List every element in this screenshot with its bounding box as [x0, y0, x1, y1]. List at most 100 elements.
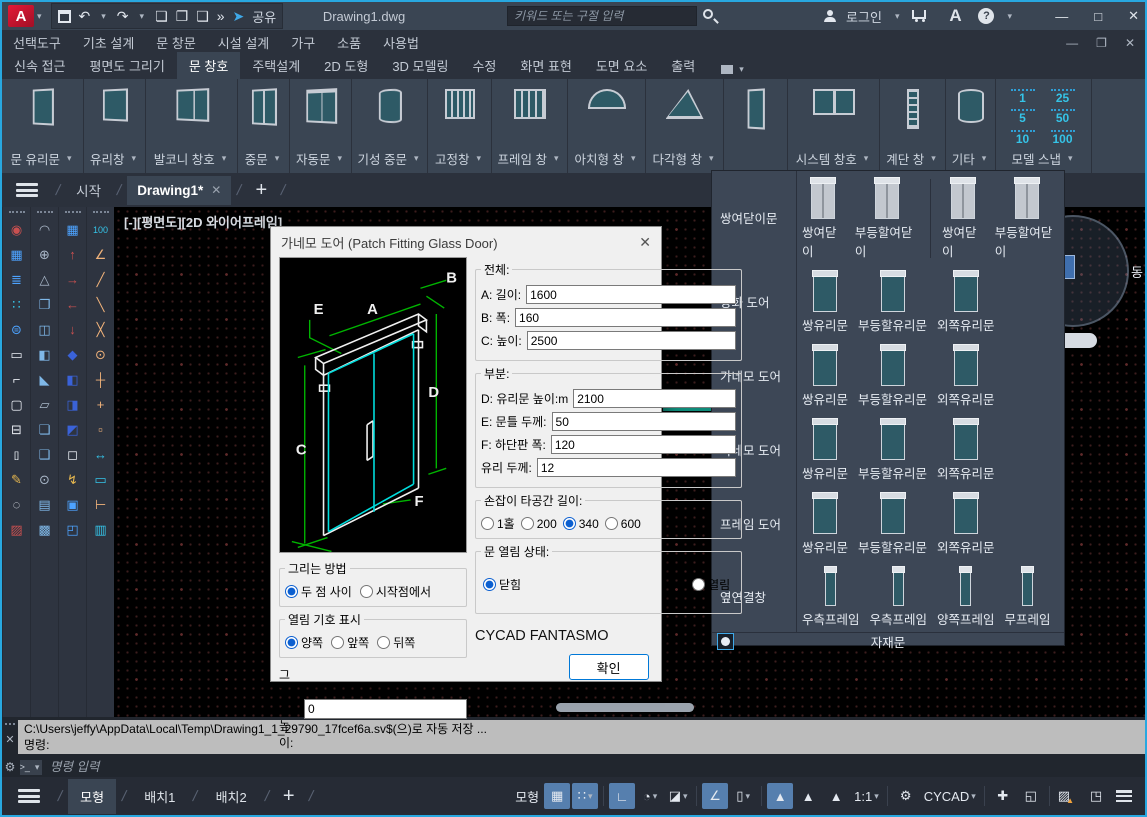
tool-perpendicular-icon[interactable]: ⊢ — [89, 492, 113, 517]
ribbon-panel-label[interactable]: 고정창▾ — [435, 149, 484, 168]
ribbon-panel-12[interactable]: 계단 창▾ — [880, 79, 946, 173]
undo-icon[interactable]: ↶ — [79, 8, 91, 25]
field-c-input[interactable] — [527, 331, 736, 350]
palette-item[interactable]: 쌍유리문 — [797, 344, 853, 408]
app-logo-icon[interactable]: A — [8, 5, 34, 27]
palette-item[interactable]: 양쪽프레임 — [932, 566, 1000, 628]
tool-face-right-icon[interactable]: ◨ — [61, 392, 85, 417]
palette-item[interactable]: 부등할여닫이 — [850, 177, 924, 260]
door-state-option-1[interactable]: 열림 — [692, 576, 730, 593]
open-symbol-option-2[interactable]: 뒤쪽 — [377, 634, 415, 651]
open-symbol-radio-0[interactable] — [285, 636, 298, 649]
annotation-visibility-toggle[interactable]: ▲ — [767, 783, 793, 809]
tool-zoom-center-icon[interactable]: ⊙ — [33, 467, 57, 492]
palette-item[interactable]: 부등할여닫이 — [990, 177, 1064, 260]
ribbon-panel-label[interactable]: 문 유리문▾ — [10, 149, 74, 168]
osnap-toggle[interactable]: ∠ — [702, 783, 728, 809]
palette-item[interactable]: 부등할유리문 — [853, 492, 932, 556]
ribbon-panel-5[interactable]: 기성 중문▾ — [352, 79, 428, 173]
tool-move-right-icon[interactable]: → — [61, 267, 85, 292]
ribbon-overflow-button[interactable]: ▾ — [715, 60, 753, 79]
snap-toggle[interactable]: ∷▾ — [572, 783, 598, 809]
command-customize-icon[interactable]: ⚙ — [5, 760, 16, 774]
new-file-icon[interactable]: ❏ — [155, 8, 168, 25]
app-menu-caret-icon[interactable]: ▾ — [37, 11, 42, 22]
palette-item[interactable]: 쌍여닫이 — [937, 177, 990, 260]
tool-column-icon[interactable]: ≣ — [5, 267, 29, 292]
login-link[interactable]: 로그인 — [846, 7, 882, 26]
toolbar-grip[interactable] — [37, 211, 53, 213]
ribbon-panel-label[interactable]: 기타▾ — [952, 149, 990, 168]
model-snap-value[interactable]: 5 — [1006, 109, 1040, 128]
handle-length-radio-1[interactable] — [521, 517, 534, 530]
ribbon-panel-13[interactable]: 기타▾ — [946, 79, 996, 173]
tool-rectangle-icon[interactable]: ▭ — [5, 342, 29, 367]
tool-union-icon[interactable]: ❑ — [33, 442, 57, 467]
ok-button[interactable]: 확인 — [569, 654, 649, 680]
ribbon-tab-8[interactable]: 도면 요소 — [584, 52, 659, 79]
tool-line-diag-icon[interactable]: ╱ — [89, 267, 113, 292]
ribbon-panel-3[interactable]: 중문▾ — [238, 79, 290, 173]
tool-move-down-icon[interactable]: ↓ — [61, 317, 85, 342]
viewport-controls[interactable]: [-][평면도][2D 와이어프레임] — [124, 212, 282, 231]
tool-arc-icon[interactable]: ◠ — [33, 217, 57, 242]
panel-caret-icon[interactable]: ▾ — [476, 153, 481, 164]
tool-point-icon[interactable]: + — [89, 392, 113, 417]
ribbon-panel-6[interactable]: 고정창▾ — [428, 79, 492, 173]
ribbon-panel-8[interactable]: 아치형 창▾ — [568, 79, 646, 173]
draw-method-radio-0[interactable] — [285, 585, 298, 598]
tab-drawing1[interactable]: Drawing1* ✕ — [127, 176, 231, 205]
ribbon-panel-7[interactable]: 프레임 창▾ — [492, 79, 568, 173]
draw-method-option-1[interactable]: 시작점에서 — [360, 583, 431, 600]
tool-window-grid-icon[interactable]: ▦ — [5, 242, 29, 267]
annotation-scale-value[interactable]: 1:1▾ — [851, 783, 882, 809]
tool-extrude-icon[interactable]: ❏ — [33, 417, 57, 442]
ribbon-panel-10[interactable] — [724, 79, 788, 173]
palette-item[interactable]: 우측프레임 — [797, 566, 865, 628]
annotation-autoscale-toggle[interactable]: ▲ — [795, 783, 821, 809]
draw-height-input[interactable] — [304, 699, 467, 719]
tool-scale-100-icon[interactable]: 100 — [89, 217, 113, 242]
layout-tab-2[interactable]: 배치2 — [204, 779, 259, 814]
model-snap-value[interactable]: 1 — [1006, 89, 1040, 108]
palette-item[interactable]: 쌍유리문 — [797, 270, 853, 334]
tool-cross-icon[interactable]: ╳ — [89, 317, 113, 342]
ribbon-panel-label[interactable]: 기성 중문▾ — [357, 149, 421, 168]
minimize-button[interactable]: — — [1055, 9, 1068, 24]
workspace-gear-icon[interactable]: ⚙ — [893, 783, 919, 809]
share-icon[interactable]: ➤ — [233, 8, 245, 25]
tool-move-left-icon[interactable]: ← — [61, 292, 85, 317]
handle-length-option-3[interactable]: 600 — [605, 517, 641, 531]
redo-caret-icon[interactable]: ▾ — [140, 11, 145, 22]
ribbon-panel-label[interactable]: 자동문▾ — [296, 149, 345, 168]
dialog-title-bar[interactable]: 가네모 도어 (Patch Fitting Glass Door) ✕ — [271, 227, 661, 257]
new-drawing-button[interactable]: + — [255, 179, 267, 202]
ribbon-panel-label[interactable]: 프레임 창▾ — [497, 149, 561, 168]
tool-polyline-icon[interactable]: ⌐ — [5, 367, 29, 392]
field-b-input[interactable] — [515, 308, 736, 327]
handle-length-radio-0[interactable] — [481, 517, 494, 530]
field-a-input[interactable] — [526, 285, 736, 304]
panel-caret-icon[interactable]: ▾ — [554, 153, 559, 164]
tool-intersection-icon[interactable]: ┼ — [89, 367, 113, 392]
ribbon-tab-9[interactable]: 출력 — [659, 52, 707, 79]
search-input[interactable] — [507, 6, 697, 26]
grid-toggle[interactable]: ▦ — [544, 783, 570, 809]
door-state-radio-1[interactable] — [692, 578, 705, 591]
panel-caret-icon[interactable]: ▾ — [931, 153, 936, 164]
tool-zoom-window-icon[interactable]: ◻ — [61, 442, 85, 467]
ortho-toggle[interactable]: ∟ — [609, 783, 635, 809]
panel-caret-icon[interactable]: ▾ — [864, 153, 869, 164]
command-close-icon[interactable]: ✕ — [5, 733, 14, 746]
dialog-close-icon[interactable]: ✕ — [639, 234, 651, 251]
graphics-performance-button[interactable]: ▨▲ — [1055, 783, 1081, 809]
tool-pencil-icon[interactable]: ✎ — [5, 467, 29, 492]
menu-item-5[interactable]: 소품 — [326, 33, 372, 52]
handle-length-radio-2[interactable] — [563, 517, 576, 530]
isodraft-toggle[interactable]: ◪▾ — [665, 783, 691, 809]
tool-window-insert-icon[interactable]: ▦ — [61, 217, 85, 242]
palette-item[interactable]: 외쪽유리문 — [932, 492, 1000, 556]
open-symbol-option-1[interactable]: 앞쪽 — [331, 634, 369, 651]
tool-line-diag2-icon[interactable]: ╲ — [89, 292, 113, 317]
menu-item-0[interactable]: 선택도구 — [2, 33, 72, 52]
